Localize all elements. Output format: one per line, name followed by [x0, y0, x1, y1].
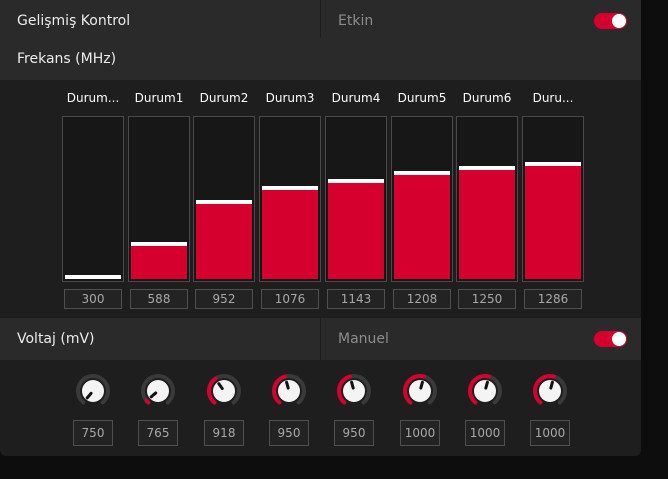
- voltage-value-input[interactable]: 1000: [400, 420, 440, 446]
- voltage-value-input[interactable]: 750: [73, 420, 113, 446]
- voltage-knob[interactable]: [336, 373, 372, 409]
- frequency-value-input[interactable]: 1143: [327, 289, 385, 309]
- frequency-value-input[interactable]: 588: [130, 289, 188, 309]
- voltage-knob[interactable]: [140, 373, 176, 409]
- state-label: Duru...: [532, 91, 574, 105]
- state-label: Durum6: [462, 91, 512, 105]
- state-label: Durum1: [134, 91, 184, 105]
- frequency-value-input[interactable]: 300: [64, 289, 122, 309]
- frequency-value-input[interactable]: 952: [195, 289, 253, 309]
- advanced-control-toggle[interactable]: [594, 13, 627, 29]
- frequency-header: Frekans (MHz): [0, 38, 641, 80]
- voltage-knob[interactable]: [206, 373, 242, 409]
- frequency-fill: [262, 190, 318, 279]
- voltage-knob[interactable]: [467, 373, 503, 409]
- frequency-slider[interactable]: [62, 116, 124, 282]
- state-label: Durum4: [331, 91, 381, 105]
- frequency-fill: [459, 170, 515, 279]
- voltage-value-input[interactable]: 950: [269, 420, 309, 446]
- frequency-handle[interactable]: [131, 242, 187, 246]
- frequency-fill: [394, 175, 450, 279]
- state-label: Durum5: [397, 91, 447, 105]
- state-label: Durum2: [199, 91, 249, 105]
- advanced-control-label: Gelişmiş Kontrol: [0, 0, 320, 42]
- voltage-value-input[interactable]: 950: [334, 420, 374, 446]
- frequency-slider[interactable]: [193, 116, 255, 282]
- frequency-fill: [196, 204, 252, 279]
- state-label: Durum3: [265, 91, 315, 105]
- frequency-handle[interactable]: [525, 162, 581, 166]
- frequency-value-input[interactable]: 1250: [458, 289, 516, 309]
- frequency-handle[interactable]: [459, 166, 515, 170]
- frequency-slider[interactable]: [259, 116, 321, 282]
- frequency-slider[interactable]: [325, 116, 387, 282]
- voltage-mode-toggle[interactable]: [594, 331, 627, 347]
- advanced-control-status-cell: Etkin: [321, 0, 641, 42]
- frequency-fill: [328, 183, 384, 279]
- frequency-handle[interactable]: [328, 179, 384, 183]
- frequency-handle[interactable]: [65, 275, 121, 279]
- voltage-value-input[interactable]: 1000: [465, 420, 505, 446]
- frequency-slider[interactable]: [128, 116, 190, 282]
- frequency-value-input[interactable]: 1286: [524, 289, 582, 309]
- voltage-value-input[interactable]: 765: [138, 420, 178, 446]
- voltage-row: Voltaj (mV) Manuel: [0, 318, 641, 360]
- voltage-knob[interactable]: [271, 373, 307, 409]
- advanced-control-status: Etkin: [338, 13, 374, 29]
- frequency-slider[interactable]: [522, 116, 584, 282]
- voltage-knob[interactable]: [75, 373, 111, 409]
- state-label: Durum...: [66, 91, 120, 105]
- frequency-value-input[interactable]: 1208: [393, 289, 451, 309]
- voltage-knob[interactable]: [402, 373, 438, 409]
- voltage-header: Voltaj (mV): [0, 318, 320, 360]
- toggle-knob: [612, 14, 626, 28]
- voltage-mode-cell: Manuel: [321, 318, 641, 360]
- frequency-slider[interactable]: [456, 116, 518, 282]
- voltage-mode: Manuel: [338, 331, 389, 347]
- toggle-knob: [612, 332, 626, 346]
- gpu-tuning-panel: Gelişmiş Kontrol Etkin Frekans (MHz) Dur…: [0, 0, 641, 456]
- frequency-value-input[interactable]: 1076: [261, 289, 319, 309]
- voltage-value-input[interactable]: 1000: [530, 420, 570, 446]
- frequency-handle[interactable]: [394, 171, 450, 175]
- frequency-fill: [131, 246, 187, 279]
- frequency-slider[interactable]: [391, 116, 453, 282]
- frequency-handle[interactable]: [262, 186, 318, 190]
- advanced-control-row: Gelişmiş Kontrol Etkin: [0, 0, 641, 42]
- frequency-fill: [525, 166, 581, 279]
- voltage-value-input[interactable]: 918: [204, 420, 244, 446]
- voltage-knob[interactable]: [532, 373, 568, 409]
- frequency-handle[interactable]: [196, 200, 252, 204]
